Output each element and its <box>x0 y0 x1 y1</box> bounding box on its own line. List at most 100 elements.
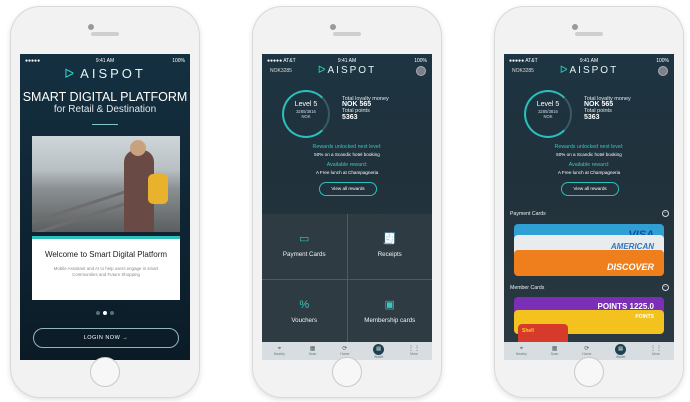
battery-label: 100% <box>656 57 669 64</box>
level-label: Level 5 <box>294 101 318 108</box>
tab-label: Scan <box>550 352 559 356</box>
clock: 9:41 AM <box>337 57 357 64</box>
carousel-dot[interactable] <box>110 311 114 315</box>
phone-onboarding: ●●●●● 9:41 AM 100% ᐅ AISPOT SMART DIGITAL… <box>10 6 200 398</box>
onboarding-screen: ●●●●● 9:41 AM 100% ᐅ AISPOT SMART DIGITAL… <box>20 54 190 360</box>
view-rewards-button[interactable]: View all rewards <box>561 182 619 196</box>
home-button[interactable] <box>90 357 120 387</box>
home-button[interactable] <box>332 357 362 387</box>
rewards-title: Rewards unlocked next level: <box>554 144 624 150</box>
clock: 9:41 AM <box>579 57 599 64</box>
front-camera <box>572 24 578 30</box>
wallet-screen: ●●●●● AT&T 9:41 AM 100% NOK3285 ᐅAISPOT … <box>504 54 674 360</box>
home-button[interactable] <box>574 357 604 387</box>
battery-label: 100% <box>414 57 427 64</box>
member-cards-heading: Member Cards <box>510 285 545 291</box>
headline: SMART DIGITAL PLATFORM <box>22 90 188 104</box>
tab-home[interactable]: ⟳ Home <box>582 346 591 356</box>
membership-card-icon: ▣ <box>384 298 395 311</box>
speaker-grille <box>333 32 361 36</box>
tile-payment-cards[interactable]: ▭ Payment Cards <box>262 214 347 279</box>
tile-label: Payment Cards <box>282 251 326 259</box>
tile-label: Vouchers <box>291 316 318 324</box>
tab-wallet[interactable]: ▤ Wallet <box>615 343 627 359</box>
level-progress-ring: Level 5 3285/3816 NOK <box>524 90 572 138</box>
tab-label: Wallet <box>616 354 626 359</box>
brand-logo: ᐅAISPOT <box>262 65 432 76</box>
wallet-icon: ▤ <box>615 343 627 355</box>
credit-card-icon: ▭ <box>299 233 310 246</box>
front-camera <box>330 24 336 30</box>
tab-label: More <box>410 352 418 356</box>
collapse-icon[interactable]: − <box>662 284 669 291</box>
tile-membership-cards[interactable]: ▣ Membership cards <box>347 279 432 344</box>
tab-nearby[interactable]: ⌖ Nearby <box>274 346 285 356</box>
level-progress-ring: Level 5 3285/3816 NOK <box>282 90 330 138</box>
tab-scan[interactable]: ▦ Scan <box>309 346 317 356</box>
tile-receipts[interactable]: 🧾 Receipts <box>347 214 432 279</box>
avatar[interactable] <box>416 66 426 76</box>
tab-wallet[interactable]: ▤ Wallet <box>373 343 385 359</box>
tab-more[interactable]: ⋮⋮ More <box>650 346 662 356</box>
voucher-icon: % <box>299 298 310 311</box>
rewards-text: 50% on a Scandic hotel booking <box>556 152 622 157</box>
wallet-icon: ▤ <box>373 343 385 355</box>
feature-grid: ▭ Payment Cards 🧾 Receipts % Vouchers ▣ … <box>262 214 432 344</box>
backpack <box>148 174 168 204</box>
tab-label: More <box>652 352 660 356</box>
available-text: A Free lunch at Champagneria <box>557 170 621 175</box>
carousel-dots[interactable] <box>20 311 190 315</box>
payment-cards-heading: Payment Cards <box>510 211 546 217</box>
divider <box>92 124 118 125</box>
avatar[interactable] <box>658 66 668 76</box>
tab-label: Scan <box>308 352 317 356</box>
tile-label: Membership cards <box>364 316 416 324</box>
brand-name: AISPOT <box>80 66 146 81</box>
tab-home[interactable]: ⟳ Home <box>340 346 349 356</box>
collapse-icon[interactable]: − <box>662 210 669 217</box>
carousel-dot-active[interactable] <box>103 311 107 315</box>
level-label: Level 5 <box>536 101 560 108</box>
status-bar: ●●●●● AT&T 9:41 AM 100% <box>504 56 674 65</box>
available-text: A Free lunch at Champagneria <box>315 170 379 175</box>
brand-name: AISPOT <box>569 65 619 76</box>
battery-label: 100% <box>172 57 185 64</box>
brand-mark-icon: ᐅ <box>559 65 570 76</box>
brand-mark-icon: ᐅ <box>64 66 78 81</box>
tab-more[interactable]: ⋮⋮ More <box>408 346 420 356</box>
clock: 9:41 AM <box>95 57 115 64</box>
tab-label: Home <box>582 352 592 356</box>
brand-logo: ᐅAISPOT <box>20 66 190 82</box>
level-currency: NOK <box>301 114 311 119</box>
welcome-card: Welcome to Smart Digital Platform Mobile… <box>32 236 180 300</box>
stage: ●●●●● 9:41 AM 100% ᐅ AISPOT SMART DIGITAL… <box>0 0 690 402</box>
welcome-title: Welcome to Smart Digital Platform <box>44 250 168 259</box>
rewards-title: Rewards unlocked next level: <box>312 144 382 150</box>
loyalty-summary: Total loyalty money NOK 565 Total points… <box>342 96 389 121</box>
receipt-icon: 🧾 <box>382 233 397 246</box>
status-bar: ●●●●● AT&T 9:41 AM 100% <box>262 56 432 65</box>
tab-scan[interactable]: ▦ Scan <box>551 346 559 356</box>
login-button[interactable]: LOGIN NOW → <box>33 328 179 348</box>
tab-nearby[interactable]: ⌖ Nearby <box>516 346 527 356</box>
tab-label: Wallet <box>374 354 384 359</box>
phone-dashboard: ●●●●● AT&T 9:41 AM 100% NOK3285 ᐅAISPOT … <box>252 6 442 398</box>
carrier-label: ●●●●● <box>25 57 41 64</box>
brand-logo: ᐅAISPOT <box>504 65 674 76</box>
loyalty-summary: Total loyalty money NOK 565 Total points… <box>584 96 631 121</box>
dashboard-screen: ●●●●● AT&T 9:41 AM 100% NOK3285 ᐅAISPOT … <box>262 54 432 360</box>
status-bar: ●●●●● 9:41 AM 100% <box>20 56 190 65</box>
welcome-body: Mobile Assistant and AI to help users en… <box>53 266 159 277</box>
carrier-label: ●●●●● AT&T <box>267 57 296 64</box>
tab-label: Nearby <box>515 352 527 356</box>
view-rewards-button[interactable]: View all rewards <box>319 182 377 196</box>
tab-label: Home <box>340 352 350 356</box>
points-value: 5363 <box>584 113 600 121</box>
tile-vouchers[interactable]: % Vouchers <box>262 279 347 344</box>
speaker-grille <box>91 32 119 36</box>
person-head <box>130 140 146 156</box>
payment-card-discover[interactable]: DISCOVER <box>514 250 664 276</box>
tab-label: Nearby <box>273 352 285 356</box>
tile-label: Receipts <box>377 251 402 259</box>
carousel-dot[interactable] <box>96 311 100 315</box>
